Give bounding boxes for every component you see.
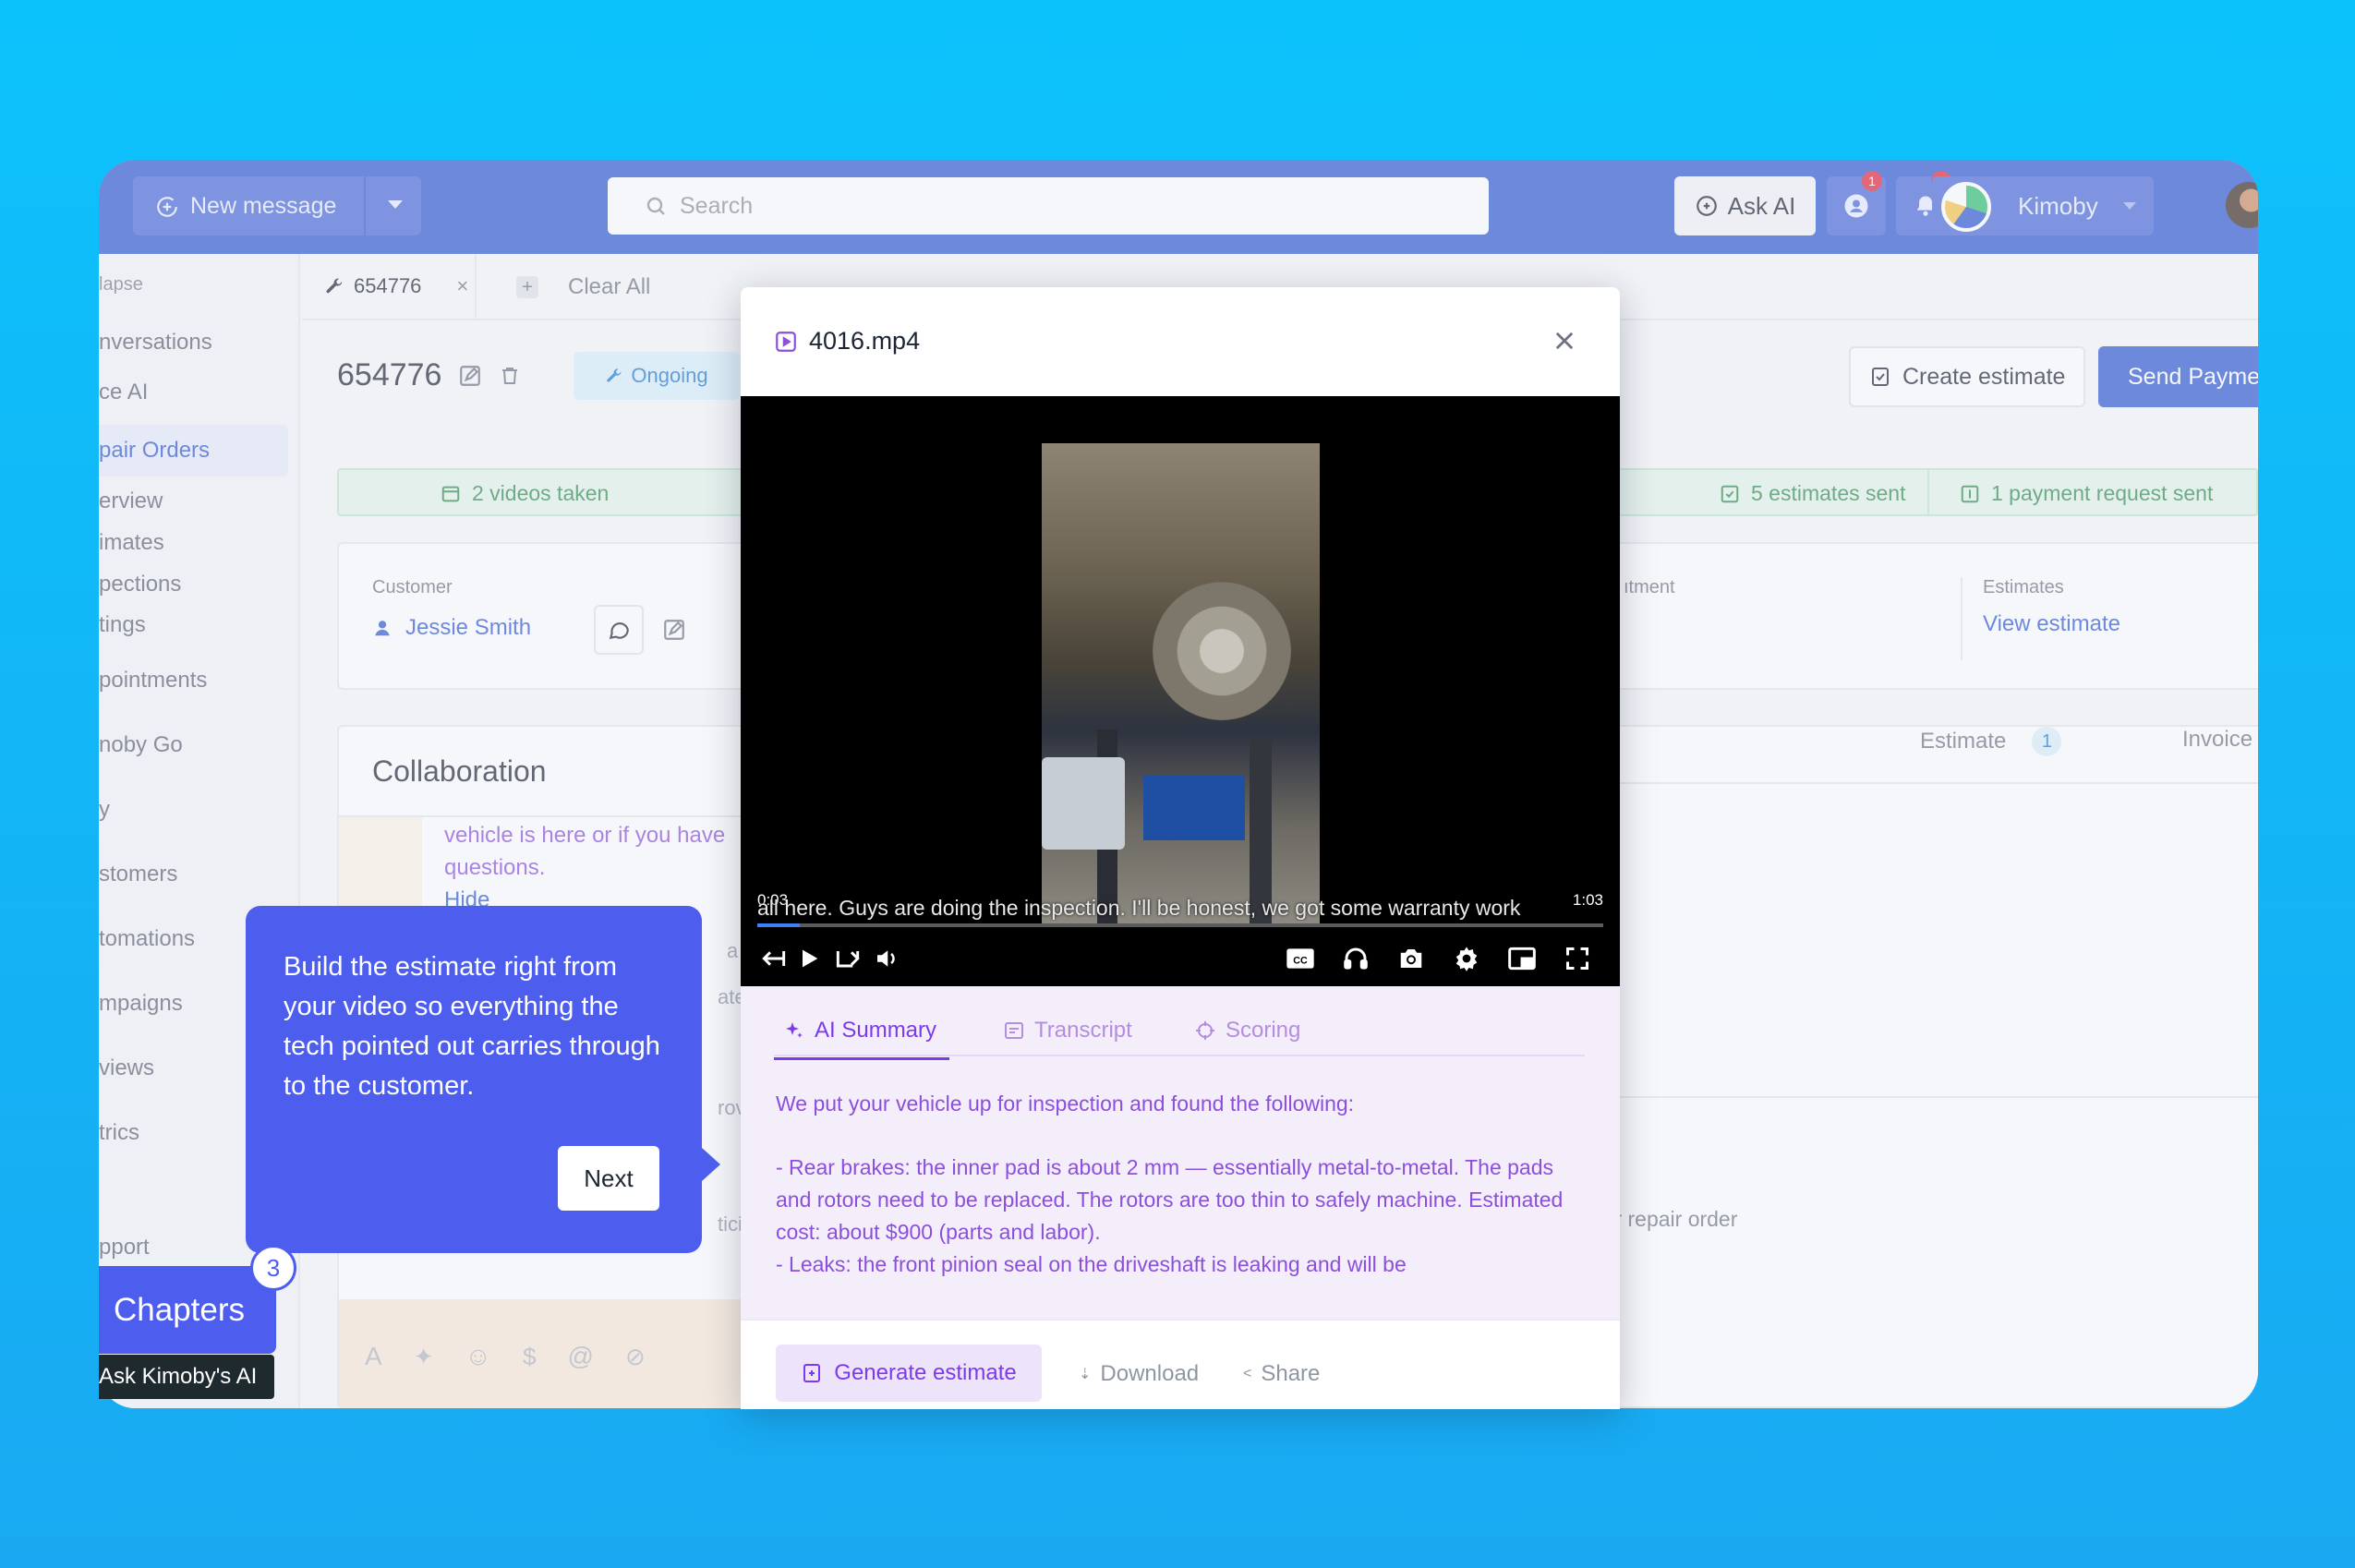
video-controls: CC: [741, 940, 1620, 977]
chapters-button[interactable]: Chapters: [99, 1266, 276, 1354]
picture-in-picture-icon[interactable]: [1504, 940, 1540, 977]
tab-ai-summary-label: AI Summary: [815, 1018, 937, 1043]
modal-header: 4016.mp4: [741, 287, 1620, 396]
tooltip-text: Build the estimate right from your video…: [284, 952, 660, 1101]
progress-fill: [757, 923, 800, 927]
next-button[interactable]: Next: [558, 1146, 659, 1211]
video-player[interactable]: 0:03 1:03 all here. Guys are doing the i…: [741, 396, 1620, 986]
tooltip-arrow: [702, 1148, 720, 1181]
audio-track-icon[interactable]: [1337, 940, 1374, 977]
tab-scoring-label: Scoring: [1226, 1018, 1301, 1043]
panel-tabs: AI Summary Transcript Scoring: [773, 1010, 1585, 1060]
tab-scoring[interactable]: Scoring: [1194, 1018, 1300, 1043]
summary-item: - Rear brakes: the inner pad is about 2 …: [776, 1155, 1564, 1244]
share-label: Share: [1261, 1361, 1321, 1386]
volume-icon[interactable]: [868, 940, 905, 977]
transcript-icon: [1005, 1022, 1023, 1039]
progress-bar[interactable]: [757, 923, 1603, 927]
download-icon: ⇣: [1079, 1367, 1092, 1382]
captions-icon[interactable]: CC: [1282, 940, 1319, 977]
summary-item: - Leaks: the front pinion seal on the dr…: [776, 1252, 1407, 1276]
generate-estimate-label: Generate estimate: [834, 1360, 1017, 1385]
svg-text:CC: CC: [1293, 955, 1308, 966]
chapters-label: Chapters: [114, 1291, 246, 1328]
video-caption: all here. Guys are doing the inspection.…: [757, 896, 1521, 920]
ai-panel: AI Summary Transcript Scoring We put you…: [741, 986, 1620, 1319]
rewind-5-icon[interactable]: [755, 940, 792, 977]
file-name: 4016.mp4: [809, 327, 921, 355]
video-modal: 4016.mp4 0:03 1:03 all here. Guys are do…: [741, 287, 1620, 1409]
close-icon[interactable]: [1552, 328, 1577, 354]
onboarding-tooltip: Build the estimate right from your video…: [246, 906, 720, 1253]
settings-gear-icon[interactable]: [1448, 940, 1485, 977]
estimate-icon: [803, 1364, 821, 1382]
tab-transcript-label: Transcript: [1034, 1018, 1132, 1043]
tab-transcript[interactable]: Transcript: [1003, 1018, 1132, 1043]
download-button[interactable]: ⇣ Download: [1079, 1361, 1199, 1387]
tab-ai-summary[interactable]: AI Summary: [773, 1018, 950, 1060]
modal-title: 4016.mp4: [774, 327, 920, 356]
download-label: Download: [1100, 1361, 1200, 1386]
summary-intro: We put your vehicle up for inspection an…: [776, 1092, 1355, 1116]
target-icon: [1196, 1021, 1214, 1040]
ask-kimoby-ai-label[interactable]: Ask Kimoby's AI: [99, 1355, 274, 1399]
generate-estimate-button[interactable]: Generate estimate: [776, 1345, 1042, 1402]
modal-footer: Generate estimate ⇣ Download < Share: [741, 1319, 1620, 1409]
forward-5-icon[interactable]: [829, 940, 866, 977]
play-icon[interactable]: [791, 940, 827, 977]
camera-icon[interactable]: [1393, 940, 1430, 977]
video-file-icon: [776, 331, 796, 352]
share-icon: <: [1243, 1366, 1252, 1381]
video-frame: [1042, 443, 1320, 923]
chapters-badge: 3: [250, 1245, 296, 1291]
sparkle-icon: [786, 1022, 803, 1038]
share-button[interactable]: < Share: [1243, 1361, 1320, 1387]
ai-summary-text: We put your vehicle up for inspection an…: [776, 1088, 1588, 1281]
fullscreen-icon[interactable]: [1559, 940, 1596, 977]
